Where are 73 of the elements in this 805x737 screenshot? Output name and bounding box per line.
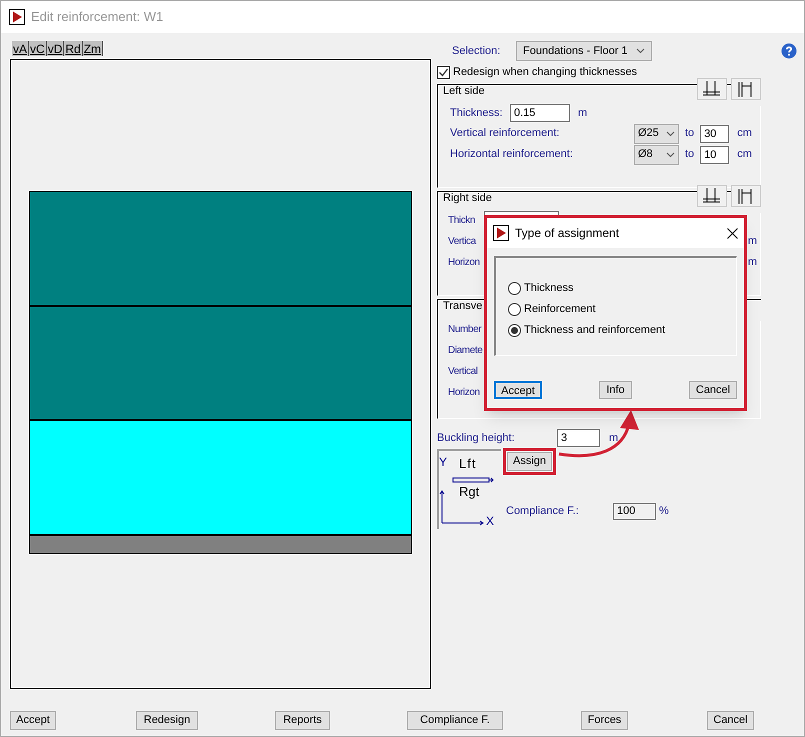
app-logo-icon [9, 9, 25, 25]
group-title: Transve [443, 300, 482, 312]
unit-label: m [748, 255, 757, 270]
input-field[interactable]: 0.15 [510, 104, 570, 122]
field-label: Horizon [448, 256, 480, 270]
radio-button[interactable] [508, 324, 521, 336]
chevron-icon [666, 152, 675, 158]
unit-label: % [659, 504, 669, 520]
selection-dropdown[interactable]: Foundations - Floor 1 [516, 41, 652, 61]
dialog-button[interactable]: Info [599, 381, 632, 399]
dialog-button[interactable]: Cancel [707, 711, 754, 730]
field-label: Horizontal reinforcement: [450, 147, 574, 162]
chevron-icon [636, 48, 645, 54]
app-logo-icon [493, 225, 509, 241]
dialog-button[interactable]: Reports [275, 711, 330, 730]
input-field[interactable]: 30 [700, 124, 730, 142]
unit-label: cm [737, 147, 752, 162]
group-title: Left side [443, 85, 485, 97]
field-label: Compliance F.: [506, 504, 580, 520]
help-icon[interactable] [781, 43, 797, 59]
diameter-dropdown[interactable]: Ø8 [634, 144, 679, 164]
axis-label: Rgt [459, 485, 480, 498]
double-bar-icon[interactable] [697, 78, 727, 100]
radio-button[interactable] [508, 302, 521, 316]
window-title: Edit reinforcement: W1 [31, 8, 164, 26]
chevron-icon [666, 130, 675, 136]
view-tab[interactable]: vA [12, 41, 30, 56]
frame-icon[interactable] [731, 185, 761, 207]
field-label: Vertica [448, 235, 476, 249]
field-label: Diamete [448, 344, 482, 358]
dialog-title: Type of assignment [515, 225, 620, 242]
field-label: Number [448, 323, 482, 337]
view-tab[interactable]: Zm [82, 41, 104, 56]
input-field[interactable]: 3 [557, 429, 600, 447]
input-field[interactable]: 100 [613, 503, 656, 520]
unit-label: m [609, 430, 618, 446]
field-label: Vertical reinforcement: [450, 126, 560, 142]
axis-label: X [486, 515, 494, 527]
dialog-button[interactable]: Accept [494, 381, 542, 399]
radio-label: Reinforcement [524, 302, 596, 317]
frame-icon[interactable] [731, 78, 761, 100]
selection-label: Selection: [452, 44, 502, 59]
dialog-button[interactable]: Cancel [689, 381, 737, 399]
field-label: Vertical [448, 365, 478, 379]
view-tab[interactable]: vC [29, 41, 47, 56]
radio-label: Thickness and reinforcement [524, 322, 666, 338]
group-title: Right side [443, 192, 492, 204]
view-tab[interactable]: Rd [64, 41, 83, 56]
field-label: Buckling height: [437, 430, 516, 446]
view-tab[interactable]: vD [46, 41, 64, 56]
unit-label: m [578, 106, 588, 121]
axis-label: Y [439, 456, 448, 468]
dialog-button[interactable]: Compliance F. [407, 711, 503, 730]
dialog-button[interactable]: Redesign [136, 711, 198, 730]
dialog-button[interactable]: Accept [10, 711, 56, 730]
to-label: to [685, 147, 694, 162]
field-label: Horizon [448, 386, 480, 400]
input-field[interactable]: 10 [700, 146, 730, 164]
radio-button[interactable] [508, 282, 521, 294]
to-label: to [685, 126, 694, 142]
close-icon[interactable] [727, 228, 738, 238]
unit-label: cm [737, 126, 752, 142]
axis-label: Lft [459, 457, 476, 470]
field-label: Thickn [448, 214, 476, 228]
checkbox[interactable] [437, 66, 450, 79]
radio-label: Thickness [524, 280, 574, 296]
dialog-button[interactable]: Forces [581, 711, 628, 730]
checkbox-label: Redesign when changing thicknesses [453, 65, 638, 80]
unit-label: m [748, 234, 757, 250]
double-bar-icon[interactable] [697, 185, 727, 207]
diameter-dropdown[interactable]: Ø25 [634, 124, 679, 144]
assign-button[interactable]: Assign [507, 452, 552, 471]
field-label: Thickness: [450, 106, 504, 121]
